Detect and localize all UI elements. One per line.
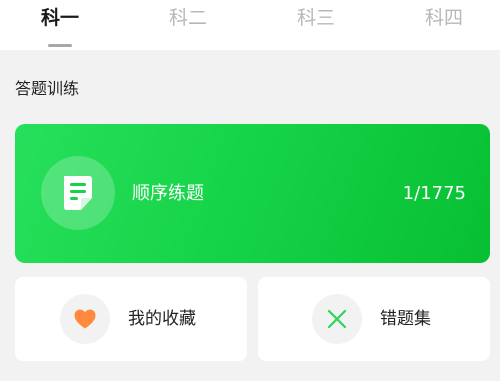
wrong-questions-label: 错题集	[380, 309, 431, 329]
cross-icon	[327, 309, 347, 329]
heart-icon-circle	[60, 294, 110, 344]
subject-tabs: 科一 科二 科三 科四	[0, 0, 500, 50]
tab-subject-3[interactable]: 科三	[270, 0, 362, 50]
practice-progress: 1/1775	[402, 183, 466, 204]
tab-subject-2[interactable]: 科二	[142, 0, 234, 50]
wrong-questions-card[interactable]: 错题集	[258, 277, 490, 361]
book-icon-circle	[41, 156, 115, 230]
tab-subject-1[interactable]: 科一	[14, 0, 106, 50]
app-root: 科一 科二 科三 科四 答题训练 顺序练题 1/1775 我的收藏 错题集	[0, 0, 500, 381]
active-tab-indicator	[48, 44, 72, 47]
cross-icon-circle	[312, 294, 362, 344]
tab-label: 科二	[168, 7, 207, 29]
my-favorites-label: 我的收藏	[128, 309, 196, 329]
book-icon	[64, 176, 92, 210]
sequential-practice-card[interactable]: 顺序练题 1/1775	[15, 124, 490, 263]
heart-icon	[74, 309, 96, 329]
sequential-practice-label: 顺序练题	[132, 183, 204, 204]
tab-subject-4[interactable]: 科四	[398, 0, 490, 50]
tab-label: 科一	[40, 7, 79, 29]
my-favorites-card[interactable]: 我的收藏	[15, 277, 247, 361]
tab-label: 科三	[296, 7, 335, 29]
tab-label: 科四	[424, 7, 463, 29]
section-title: 答题训练	[15, 79, 80, 98]
